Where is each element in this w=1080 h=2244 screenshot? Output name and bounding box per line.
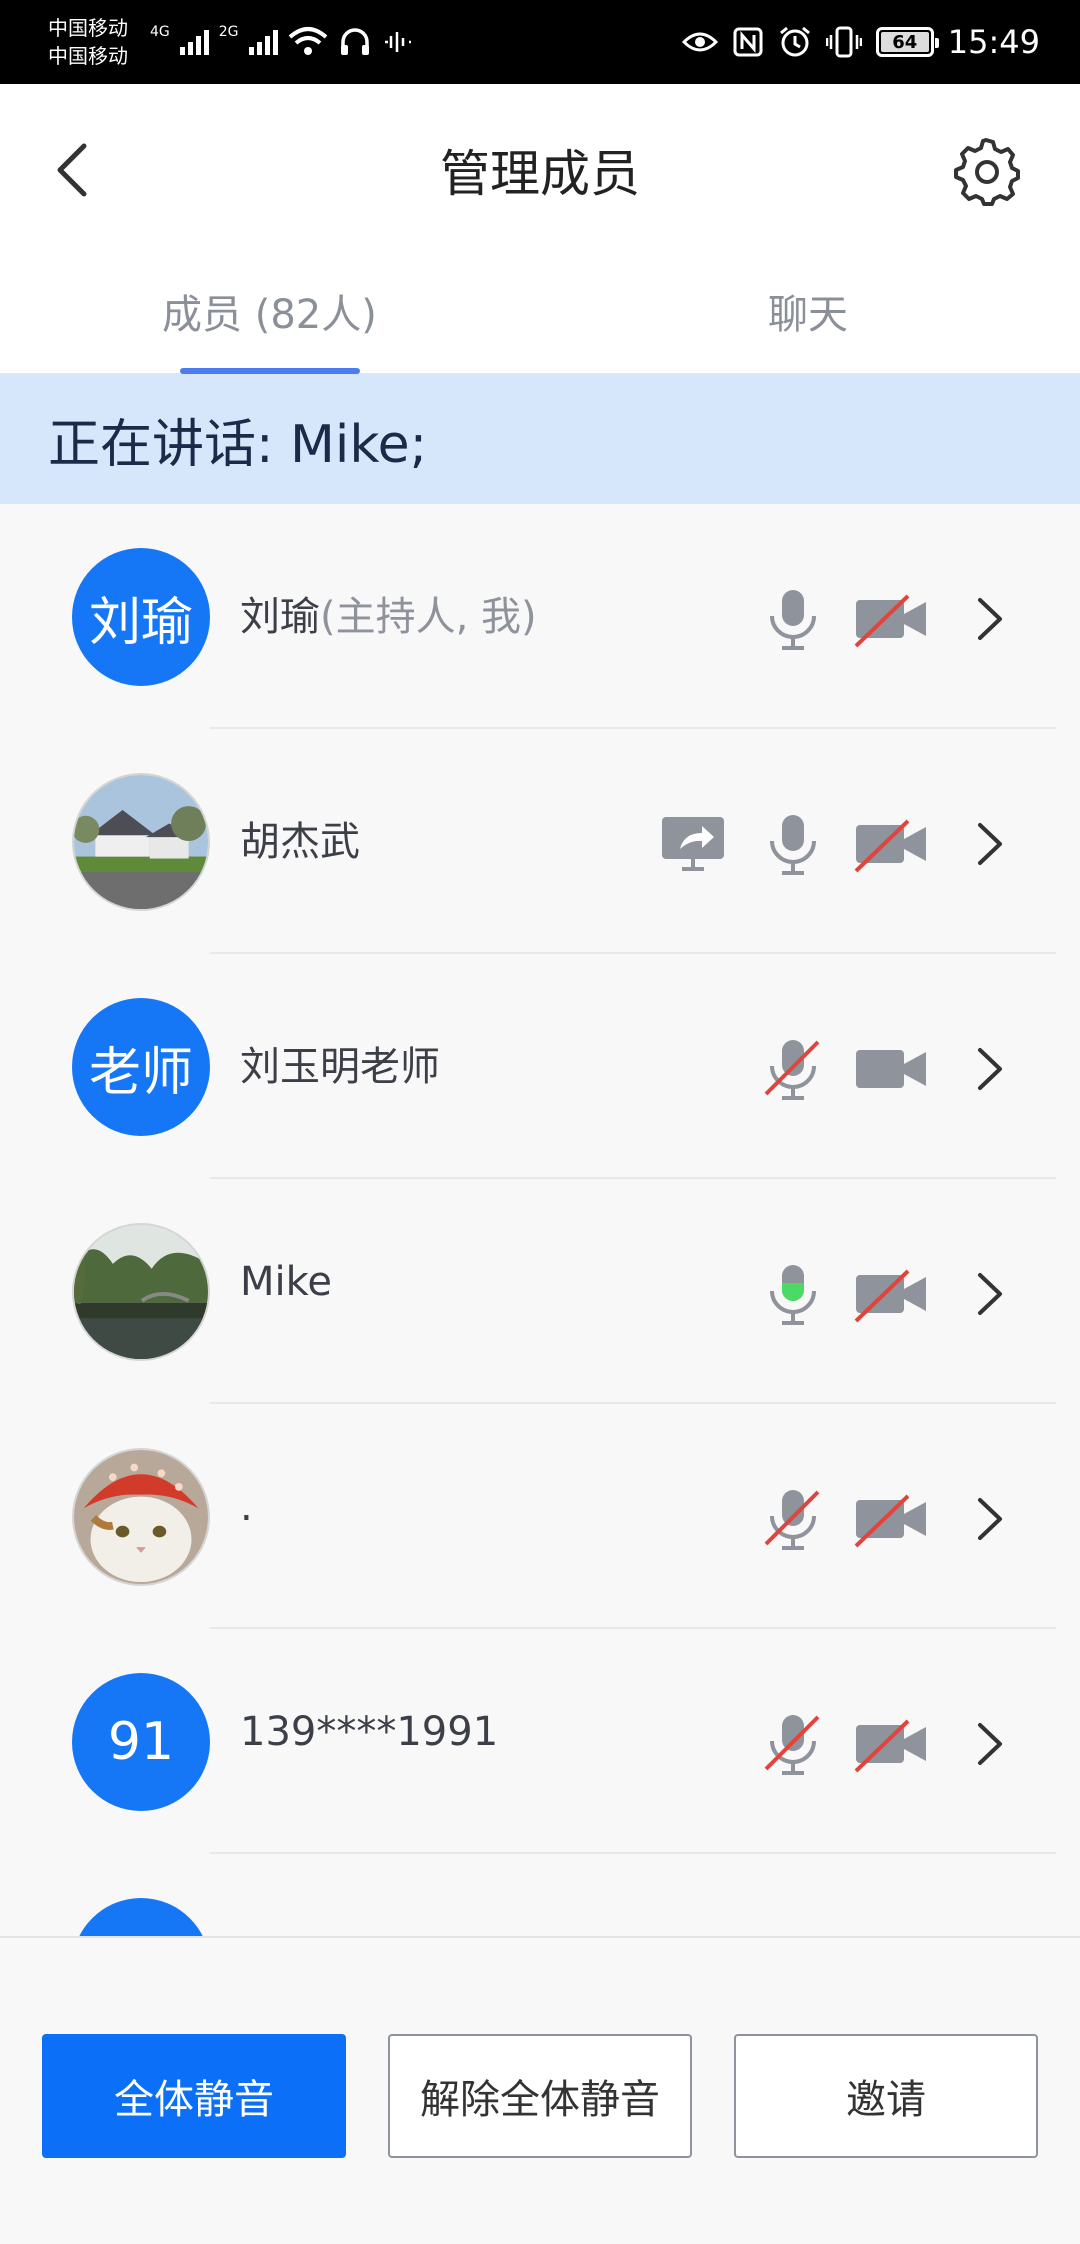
camera-off-icon[interactable] <box>852 1484 932 1554</box>
camera-off-icon[interactable] <box>852 584 932 654</box>
microphone-speaking-icon[interactable] <box>758 1259 828 1329</box>
headphones-icon <box>340 28 369 55</box>
member-row[interactable] <box>0 1854 1080 1936</box>
carrier-label: 中国移动 中国移动 <box>48 16 128 68</box>
camera-off-icon[interactable] <box>852 1709 932 1779</box>
camera-off-icon[interactable] <box>852 1259 932 1329</box>
page-title: 管理成员 <box>440 145 640 203</box>
tab-bar: 成员 (82人) 聊天 <box>0 252 1080 374</box>
settings-button[interactable] <box>950 136 1022 208</box>
chevron-right-icon[interactable] <box>968 584 1012 654</box>
action-footer: 全体静音 解除全体静音 邀请 <box>0 1936 1080 2244</box>
chevron-right-icon[interactable] <box>968 1484 1012 1554</box>
eye-icon <box>681 32 718 52</box>
chevron-right-icon[interactable] <box>968 809 1012 879</box>
microphone-off-icon[interactable] <box>758 1709 828 1779</box>
member-row[interactable]: 91 139****1991 <box>0 1629 1080 1854</box>
microphone-off-icon[interactable] <box>758 1484 828 1554</box>
microphone-icon[interactable] <box>758 584 828 654</box>
vibrate-icon <box>825 26 862 58</box>
status-clock: 15:49 <box>947 23 1040 61</box>
chevron-right-icon[interactable] <box>968 1034 1012 1104</box>
avatar <box>72 1223 210 1361</box>
signal-indicators: 4G 2G <box>150 22 412 62</box>
microphone-icon[interactable] <box>758 809 828 879</box>
member-row[interactable]: 胡杰武 <box>0 729 1080 954</box>
camera-off-icon[interactable] <box>852 809 932 879</box>
lake-photo-icon <box>74 1225 208 1359</box>
cat-photo-icon <box>74 1450 208 1584</box>
member-role: (主持人, 我) <box>320 594 537 640</box>
member-name: 139****1991 <box>240 1709 499 1755</box>
avatar: 老师 <box>72 998 210 1136</box>
status-right: 64 15:49 <box>681 20 1040 64</box>
member-name: Mike <box>240 1259 332 1305</box>
screen-share-icon[interactable] <box>660 809 730 879</box>
avatar: 刘瑜 <box>72 548 210 686</box>
speaking-banner: 正在讲话: Mike; <box>0 374 1080 504</box>
member-row[interactable]: Mike <box>0 1179 1080 1404</box>
member-name: 刘玉明老师 <box>240 1044 440 1090</box>
network-type-1: 4G <box>150 24 170 40</box>
member-name: 胡杰武 <box>240 819 360 865</box>
battery-icon: 64 <box>875 27 939 57</box>
chevron-right-icon[interactable] <box>968 1259 1012 1329</box>
avatar: 91 <box>72 1673 210 1811</box>
camera-icon[interactable] <box>852 1034 932 1104</box>
tab-members[interactable]: 成员 (82人) <box>162 282 377 340</box>
member-row[interactable]: 刘瑜 刘瑜(主持人, 我) <box>0 504 1080 729</box>
house-photo-icon <box>74 775 208 909</box>
wifi-icon <box>288 27 327 55</box>
audio-wave-icon <box>384 32 411 52</box>
unmute-all-button[interactable]: 解除全体静音 <box>388 2034 692 2158</box>
avatar <box>72 773 210 911</box>
gear-icon <box>954 138 1020 206</box>
app-header: 管理成员 <box>0 84 1080 252</box>
member-list[interactable]: 刘瑜 刘瑜(主持人, 我) 胡杰武 老师 刘玉明老师 Mike . 91 139… <box>0 504 1080 1936</box>
chevron-right-icon[interactable] <box>968 1709 1012 1779</box>
avatar <box>72 1448 210 1586</box>
microphone-off-icon[interactable] <box>758 1034 828 1104</box>
member-name: . <box>240 1484 253 1530</box>
tab-chat[interactable]: 聊天 <box>768 282 848 340</box>
invite-button[interactable]: 邀请 <box>734 2034 1038 2158</box>
status-bar: 中国移动 中国移动 4G 2G 64 15:49 <box>0 0 1080 84</box>
member-row[interactable]: 老师 刘玉明老师 <box>0 954 1080 1179</box>
mute-all-button[interactable]: 全体静音 <box>42 2034 346 2158</box>
avatar <box>72 1898 210 1936</box>
alarm-icon <box>779 26 810 57</box>
member-row[interactable]: . <box>0 1404 1080 1629</box>
network-type-2: 2G <box>218 24 239 40</box>
member-name: 刘瑜(主持人, 我) <box>240 594 537 640</box>
signal-bars-icon <box>248 29 278 55</box>
nfc-icon <box>733 27 763 57</box>
signal-bars-icon <box>179 29 209 55</box>
